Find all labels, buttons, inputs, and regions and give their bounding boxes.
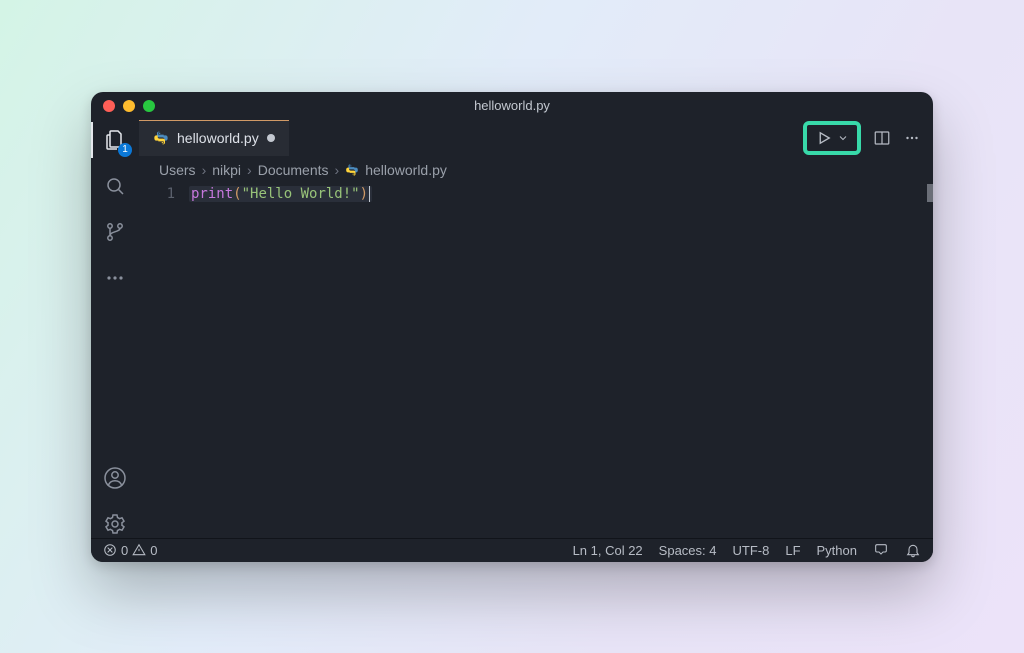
token-function: print <box>191 186 233 202</box>
breadcrumb-segment[interactable]: Documents <box>258 162 329 178</box>
tab-more-button[interactable] <box>903 129 921 147</box>
chevron-right-icon: › <box>247 162 252 178</box>
split-icon <box>873 129 891 147</box>
token-paren: ) <box>360 186 368 202</box>
tab-actions <box>791 120 933 156</box>
breadcrumb[interactable]: Users › nikpi › Documents › helloworld.p… <box>139 156 933 184</box>
run-button-highlight <box>803 121 861 155</box>
chevron-down-icon <box>837 132 849 144</box>
title-bar: helloworld.py <box>91 92 933 120</box>
status-language[interactable]: Python <box>817 543 857 558</box>
explorer-badge: 1 <box>118 143 132 157</box>
status-notifications[interactable] <box>905 542 921 558</box>
code-line[interactable]: print("Hello World!") <box>189 186 372 202</box>
status-feedback[interactable] <box>873 542 889 558</box>
status-cursor-position[interactable]: Ln 1, Col 22 <box>573 543 643 558</box>
token-string: "Hello World!" <box>242 186 360 202</box>
status-warning-count: 0 <box>150 543 157 558</box>
activity-bar: 1 <box>91 120 139 538</box>
breadcrumb-segment[interactable]: nikpi <box>212 162 241 178</box>
breadcrumb-segment[interactable]: Users <box>159 162 196 178</box>
tab-dirty-indicator <box>267 134 275 142</box>
window-title: helloworld.py <box>91 98 933 113</box>
run-dropdown-button[interactable] <box>837 132 849 144</box>
feedback-icon <box>873 542 889 558</box>
settings-activity-button[interactable] <box>101 510 129 538</box>
line-gutter: 1 <box>139 184 189 538</box>
line-number: 1 <box>139 186 175 202</box>
chevron-right-icon: › <box>335 162 340 178</box>
source-control-activity-button[interactable] <box>101 218 129 246</box>
status-bar: 0 0 Ln 1, Col 22 Spaces: 4 UTF-8 LF Pyth… <box>91 538 933 562</box>
search-activity-button[interactable] <box>101 172 129 200</box>
split-editor-button[interactable] <box>873 129 891 147</box>
ellipsis-icon <box>103 266 127 290</box>
gear-icon <box>103 512 127 536</box>
ellipsis-icon <box>903 129 921 147</box>
tab-label: helloworld.py <box>177 130 259 146</box>
status-eol[interactable]: LF <box>785 543 800 558</box>
minimap[interactable] <box>927 184 933 202</box>
status-indentation[interactable]: Spaces: 4 <box>659 543 717 558</box>
python-file-icon <box>153 130 169 146</box>
editor-body: 1 <box>91 120 933 538</box>
status-error-count: 0 <box>121 543 128 558</box>
explorer-activity-button[interactable]: 1 <box>101 126 129 154</box>
python-file-icon <box>345 163 359 177</box>
token-paren: ( <box>233 186 241 202</box>
run-button[interactable] <box>815 129 833 147</box>
tab-helloworld[interactable]: helloworld.py <box>139 120 289 156</box>
editor-main: helloworld.py <box>139 120 933 538</box>
more-activity-button[interactable] <box>101 264 129 292</box>
account-icon <box>103 466 127 490</box>
search-icon <box>103 174 127 198</box>
account-activity-button[interactable] <box>101 464 129 492</box>
chevron-right-icon: › <box>202 162 207 178</box>
code-editor[interactable]: 1 print("Hello World!") <box>139 184 933 538</box>
text-cursor <box>369 186 370 202</box>
bell-icon <box>905 542 921 558</box>
tabs-row: helloworld.py <box>139 120 933 156</box>
status-problems[interactable]: 0 0 <box>103 543 157 558</box>
branch-icon <box>103 220 127 244</box>
status-encoding[interactable]: UTF-8 <box>733 543 770 558</box>
error-icon <box>103 543 117 557</box>
code-area[interactable]: print("Hello World!") <box>189 184 933 538</box>
vscode-window: helloworld.py 1 <box>91 92 933 562</box>
breadcrumb-segment[interactable]: helloworld.py <box>365 162 447 178</box>
warning-icon <box>132 543 146 557</box>
play-icon <box>815 129 833 147</box>
